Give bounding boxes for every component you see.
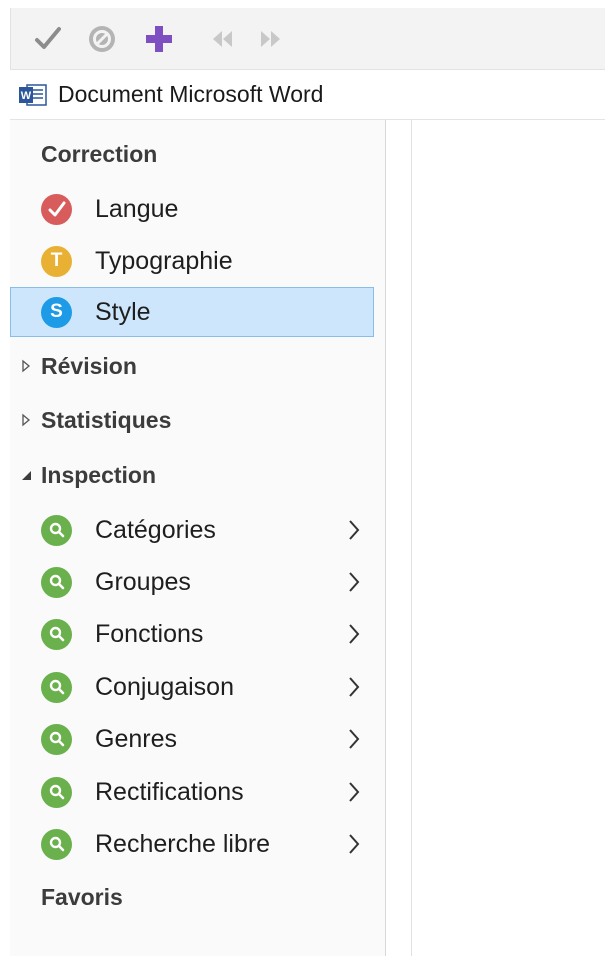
- plus-icon: [146, 26, 172, 52]
- sidebar-item-langue[interactable]: Langue: [10, 184, 374, 234]
- section-title: Inspection: [41, 461, 157, 488]
- sidebar-item-label: Fonctions: [95, 619, 204, 648]
- fast-forward-icon: [261, 31, 280, 47]
- sidebar-item-label: Conjugaison: [95, 672, 234, 701]
- svg-text:W: W: [21, 90, 32, 102]
- chevron-right-icon: [334, 675, 374, 699]
- sidebar-item-groupes[interactable]: Groupes: [10, 557, 374, 607]
- collapse-arrow-icon: [10, 468, 41, 482]
- splitter[interactable]: [386, 120, 412, 956]
- expand-arrow-icon: [10, 413, 41, 427]
- word-icon: W: [19, 83, 47, 106]
- sidebar-item-recherche-libre[interactable]: Recherche libre: [10, 819, 374, 869]
- rewind-icon: [213, 31, 232, 47]
- section-revision[interactable]: Révision: [10, 344, 137, 388]
- section-favoris[interactable]: Favoris: [10, 875, 123, 919]
- toolbar: [10, 8, 605, 70]
- sidebar-item-fonctions[interactable]: Fonctions: [10, 609, 374, 659]
- check-button[interactable]: [31, 22, 65, 56]
- chevron-right-icon: [334, 570, 374, 594]
- expand-arrow-icon: [10, 359, 41, 373]
- sidebar-item-label: Typographie: [95, 246, 233, 275]
- magnifier-badge-icon: [41, 723, 72, 755]
- magnifier-badge-icon: [41, 776, 72, 808]
- section-title: Favoris: [41, 883, 123, 910]
- chevron-right-icon: [334, 832, 374, 856]
- sidebar-item-label: Rectifications: [95, 777, 244, 806]
- sidebar-item-label: Recherche libre: [95, 829, 271, 858]
- check-badge-icon: [41, 193, 72, 225]
- sidebar-item-label: Style: [95, 297, 151, 326]
- magnifier-badge-icon: [41, 618, 72, 650]
- s-badge-icon: S: [41, 296, 72, 328]
- chevron-right-icon: [334, 622, 374, 646]
- previous-button[interactable]: [205, 22, 239, 56]
- sidebar-item-categories[interactable]: Catégories: [10, 505, 374, 555]
- section-statistiques[interactable]: Statistiques: [10, 398, 171, 442]
- magnifier-badge-icon: [41, 514, 72, 546]
- sidebar-item-label: Langue: [95, 194, 179, 223]
- magnifier-badge-icon: [41, 828, 72, 860]
- document-title: Document Microsoft Word: [58, 81, 324, 107]
- ban-icon: [89, 26, 115, 52]
- app-window: W Document Microsoft Word Correction Lan…: [10, 8, 605, 956]
- sidebar-item-typographie[interactable]: T Typographie: [10, 236, 374, 286]
- sidebar-item-label: Groupes: [95, 567, 191, 596]
- sidebar-item-genres[interactable]: Genres: [10, 714, 374, 764]
- section-title: Révision: [41, 352, 137, 379]
- sidebar-item-style[interactable]: S Style: [10, 287, 374, 337]
- magnifier-badge-icon: [41, 566, 72, 598]
- check-icon: [35, 27, 61, 49]
- chevron-right-icon: [334, 780, 374, 804]
- sidebar-item-rectifications[interactable]: Rectifications: [10, 767, 374, 817]
- document-bar: W Document Microsoft Word: [10, 70, 605, 120]
- add-button[interactable]: [142, 22, 176, 56]
- sidebar: Correction Langue T Typographie S Style …: [10, 120, 386, 956]
- section-title: Statistiques: [41, 406, 172, 433]
- sidebar-item-label: Catégories: [95, 515, 216, 544]
- sidebar-item-label: Genres: [95, 724, 177, 753]
- chevron-right-icon: [334, 727, 374, 751]
- ignore-button[interactable]: [85, 22, 119, 56]
- section-inspection[interactable]: Inspection: [10, 453, 156, 497]
- sidebar-item-conjugaison[interactable]: Conjugaison: [10, 662, 374, 712]
- section-title: Correction: [41, 140, 158, 167]
- magnifier-badge-icon: [41, 671, 72, 703]
- section-correction[interactable]: Correction: [10, 132, 157, 176]
- next-button[interactable]: [254, 22, 288, 56]
- t-badge-icon: T: [41, 245, 72, 277]
- chevron-right-icon: [334, 518, 374, 542]
